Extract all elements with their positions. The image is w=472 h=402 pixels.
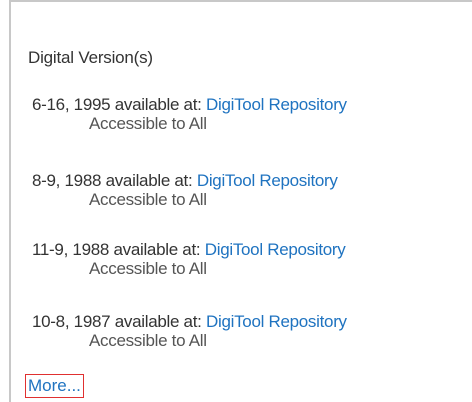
access-label: Accessible to All xyxy=(89,190,207,209)
available-at-label: available at: xyxy=(113,240,201,259)
access-label: Accessible to All xyxy=(89,114,207,133)
version-line: 8-9, 1988 available at: DigiTool Reposit… xyxy=(32,171,338,191)
version-entry: 8-9, 1988 available at: DigiTool Reposit… xyxy=(32,171,338,209)
section-heading: Digital Version(s) xyxy=(28,48,153,67)
version-date: 10-8, 1987 xyxy=(32,312,111,331)
version-entry: 11-9, 1988 available at: DigiTool Reposi… xyxy=(32,240,346,278)
version-entry: 10-8, 1987 available at: DigiTool Reposi… xyxy=(32,312,347,350)
available-at-label: available at: xyxy=(114,312,202,331)
version-line: 11-9, 1988 available at: DigiTool Reposi… xyxy=(32,240,346,260)
version-line: 10-8, 1987 available at: DigiTool Reposi… xyxy=(32,312,347,332)
available-at-label: available at: xyxy=(114,95,202,114)
access-label: Accessible to All xyxy=(89,259,207,278)
digitool-repository-link[interactable]: DigiTool Repository xyxy=(205,240,346,259)
digitool-repository-link[interactable]: DigiTool Repository xyxy=(197,171,338,190)
available-at-label: available at: xyxy=(105,171,193,190)
version-date: 6-16, 1995 xyxy=(32,95,111,114)
version-date: 11-9, 1988 xyxy=(32,240,110,259)
more-link[interactable]: More... xyxy=(25,374,84,398)
digitool-repository-link[interactable]: DigiTool Repository xyxy=(206,312,347,331)
version-date: 8-9, 1988 xyxy=(32,171,102,190)
access-label: Accessible to All xyxy=(89,331,207,350)
version-entry: 6-16, 1995 available at: DigiTool Reposi… xyxy=(32,95,347,133)
digitool-repository-link[interactable]: DigiTool Repository xyxy=(206,95,347,114)
version-line: 6-16, 1995 available at: DigiTool Reposi… xyxy=(32,95,347,115)
digital-versions-panel: Digital Version(s) 6-16, 1995 available … xyxy=(9,0,472,402)
